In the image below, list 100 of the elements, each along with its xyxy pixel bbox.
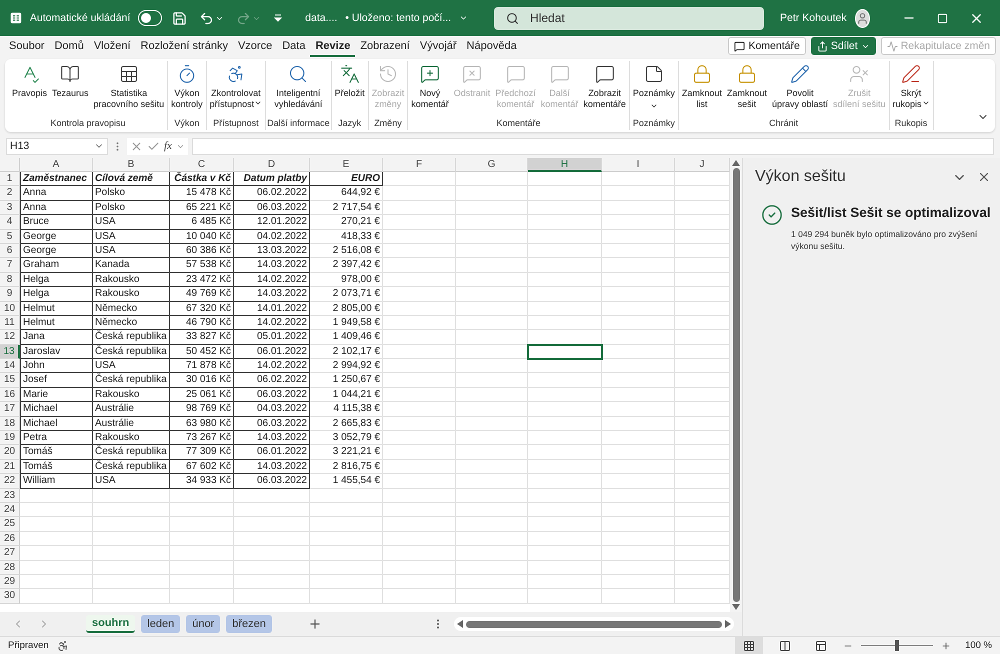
row-number[interactable]: 29 — [0, 574, 20, 590]
row-number[interactable]: 22 — [0, 474, 20, 489]
ribbon-button[interactable]: Povolit úpravy oblastí — [770, 61, 830, 118]
comments-button[interactable]: Komentáře — [728, 37, 806, 55]
horizontal-scrollbar[interactable] — [454, 617, 734, 631]
row-number[interactable]: 1 — [0, 172, 20, 186]
cell-cursor[interactable] — [528, 344, 602, 360]
ribbon-tab[interactable]: Rozložení stránky — [136, 38, 233, 57]
table-cell: Graham — [20, 258, 93, 273]
function-button[interactable]: fx — [164, 140, 172, 152]
sheet-tab[interactable]: souhrn — [86, 615, 136, 633]
ribbon-button[interactable]: Poznámky — [630, 61, 677, 118]
ribbon-button[interactable]: Zkontrolovat přístupnost — [208, 61, 264, 118]
zoom-thumb[interactable] — [895, 640, 900, 651]
row-number[interactable]: 15 — [0, 373, 20, 388]
ribbon-button[interactable]: Inteligentní vyhledávání — [272, 61, 324, 118]
scroll-left-icon[interactable] — [457, 620, 463, 628]
ribbon-button[interactable]: Zamknout list — [680, 61, 724, 118]
row-number[interactable]: 5 — [0, 230, 20, 244]
table-cell — [456, 445, 528, 460]
row-number[interactable]: 19 — [0, 431, 20, 446]
ribbon-button[interactable]: Zobrazit komentáře — [581, 61, 628, 118]
table-cell — [456, 431, 528, 446]
cancel-icon[interactable] — [130, 140, 143, 152]
group-label: Výkon — [173, 118, 200, 130]
table-cell: Tomáš — [20, 445, 93, 460]
view-button[interactable] — [735, 637, 764, 654]
column-header[interactable]: J — [675, 158, 730, 172]
column-header[interactable]: F — [383, 158, 456, 172]
ribbon-tab[interactable]: Zobrazení — [355, 38, 415, 57]
row-number[interactable]: 11 — [0, 316, 20, 330]
sheet-tab[interactable]: leden — [141, 615, 180, 633]
row-number[interactable]: 14 — [0, 359, 20, 374]
ribbon-tab[interactable]: Vzorce — [232, 38, 278, 57]
zoom-in-button[interactable] — [941, 640, 952, 650]
table-cell — [170, 532, 234, 546]
column-header[interactable]: G — [456, 158, 528, 172]
column-header[interactable]: D — [234, 158, 310, 172]
scroll-down-icon[interactable] — [732, 604, 740, 610]
ribbon-button[interactable]: Přeložit — [332, 61, 367, 118]
table-cell: Michael — [20, 416, 93, 432]
row-number[interactable]: 12 — [0, 330, 20, 345]
ribbon-tab[interactable]: Nápověda — [462, 38, 522, 57]
column-header[interactable]: C — [170, 158, 234, 172]
ribbon-button[interactable]: Tezaurus — [50, 61, 91, 118]
ribbon-tab[interactable]: Vývojář — [414, 38, 462, 57]
row-number[interactable]: 20 — [0, 445, 20, 460]
avatar[interactable] — [854, 8, 870, 28]
search-field[interactable]: Hledat — [494, 6, 764, 30]
scroll-up-icon[interactable] — [732, 160, 740, 166]
row-number[interactable]: 25 — [0, 517, 20, 532]
row-number[interactable]: 13 — [0, 344, 20, 360]
vertical-scrollbar[interactable] — [730, 158, 742, 612]
row-number[interactable]: 26 — [0, 532, 20, 546]
ribbon-tab[interactable]: Soubor — [4, 38, 50, 57]
row-number[interactable]: 10 — [0, 302, 20, 316]
page-break-icon — [815, 640, 828, 652]
row-number[interactable]: 7 — [0, 258, 20, 273]
row-number[interactable]: 23 — [0, 488, 20, 503]
row-number[interactable]: 21 — [0, 460, 20, 474]
row-number[interactable]: 6 — [0, 244, 20, 258]
column-header[interactable]: A — [20, 158, 93, 172]
ribbon-button[interactable]: Pravopis — [10, 61, 50, 118]
ribbon-tab[interactable]: Domů — [49, 38, 89, 57]
ribbon-button[interactable]: Výkon kontroly — [169, 61, 205, 118]
column-header[interactable]: H — [528, 158, 602, 172]
ribbon-button[interactable]: Zamknout sešit — [724, 61, 769, 118]
row-number[interactable]: 24 — [0, 502, 20, 518]
row-number[interactable]: 27 — [0, 546, 20, 561]
row-number[interactable]: 2 — [0, 186, 20, 201]
name-box[interactable]: H13 — [6, 138, 108, 154]
scroll-right-icon[interactable] — [725, 620, 731, 628]
row-number[interactable]: 28 — [0, 560, 20, 575]
row-number[interactable]: 8 — [0, 272, 20, 288]
row-number[interactable]: 3 — [0, 200, 20, 216]
accessibility-icon[interactable] — [56, 640, 69, 652]
autosave-toggle[interactable] — [138, 10, 162, 26]
sheet-tab[interactable]: březen — [226, 615, 272, 633]
table-cell: Anna — [20, 200, 93, 216]
check-icon[interactable] — [147, 140, 160, 152]
table-cell: Helmut — [20, 302, 93, 316]
sheet-tab[interactable]: únor — [186, 615, 220, 633]
column-header[interactable]: I — [602, 158, 675, 172]
ribbon-button[interactable]: Statistika pracovního sešitu — [92, 61, 166, 118]
row-number[interactable]: 30 — [0, 589, 20, 604]
table-cell: Petra — [20, 431, 93, 446]
ribbon-button[interactable]: Skrýt rukopis — [890, 61, 932, 118]
share-button[interactable]: Sdílet — [810, 37, 876, 55]
formula-field[interactable] — [192, 138, 994, 154]
row-number[interactable]: 9 — [0, 287, 20, 302]
row-number[interactable]: 17 — [0, 402, 20, 417]
column-header[interactable]: E — [310, 158, 383, 172]
ribbon-tab[interactable]: Revize — [310, 38, 356, 57]
ribbon-button[interactable]: Nový komentář — [409, 61, 451, 118]
row-number[interactable]: 16 — [0, 388, 20, 402]
column-header[interactable]: B — [93, 158, 170, 172]
row-number[interactable]: 4 — [0, 215, 20, 230]
ribbon-tab[interactable]: Data — [277, 38, 310, 57]
row-number[interactable]: 18 — [0, 416, 20, 432]
ribbon-tab[interactable]: Vložení — [88, 38, 136, 57]
